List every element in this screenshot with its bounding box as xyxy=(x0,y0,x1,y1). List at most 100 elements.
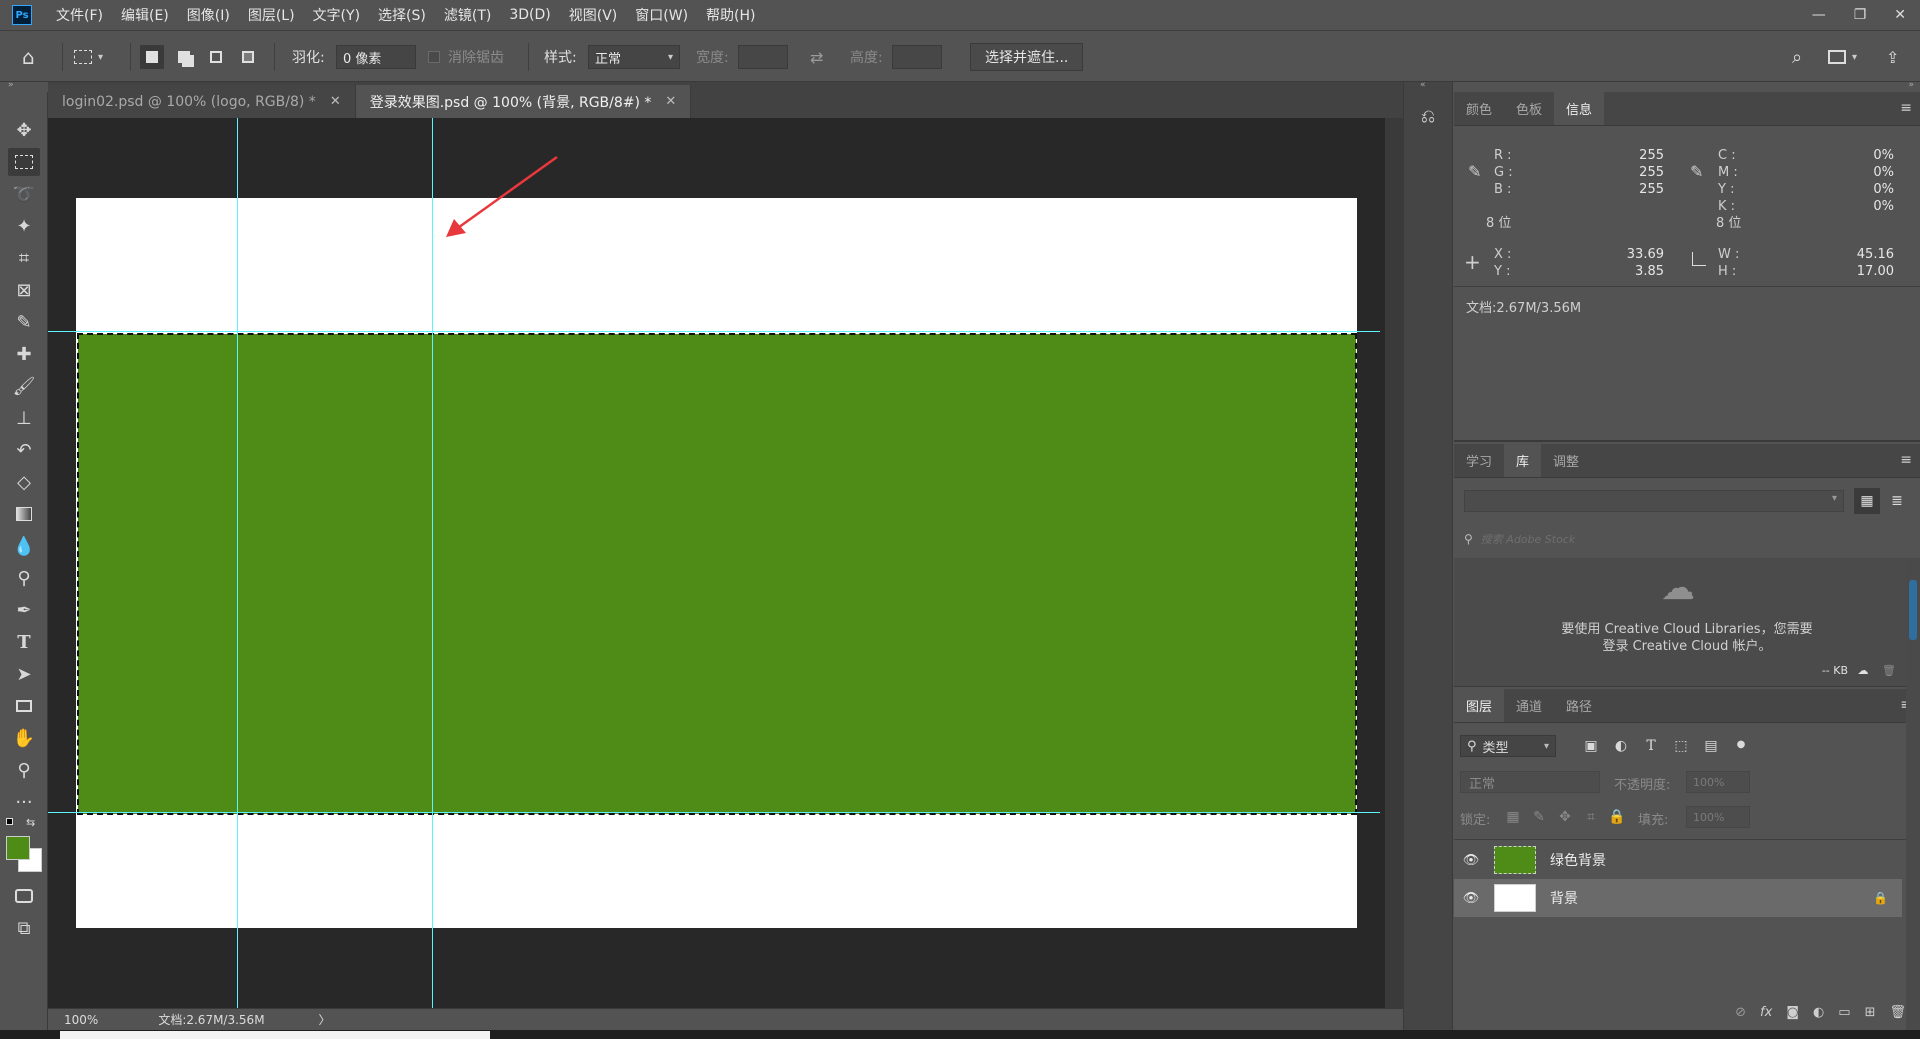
vertical-guide[interactable] xyxy=(237,118,238,1008)
layer-name[interactable]: 绿色背景 xyxy=(1550,850,1606,870)
antialias-checkbox[interactable]: 消除锯齿 xyxy=(428,45,504,69)
lock-position-icon[interactable]: ✥ xyxy=(1554,806,1576,828)
link-layers-icon[interactable]: ⊘ xyxy=(1735,1005,1746,1020)
blend-mode-select[interactable]: 正常 xyxy=(1460,771,1600,793)
menu-file[interactable]: 文件(F) xyxy=(56,5,103,25)
swap-colors-icon[interactable]: ⇆ xyxy=(26,816,35,829)
layer-row-green-background[interactable]: 👁 绿色背景 xyxy=(1454,841,1902,879)
lock-transparent-icon[interactable]: ▦ xyxy=(1502,806,1524,828)
add-mask-icon[interactable]: ◙ xyxy=(1786,1005,1799,1020)
menu-window[interactable]: 窗口(W) xyxy=(635,5,688,25)
collapse-icon[interactable]: » xyxy=(8,80,14,90)
lasso-tool-icon[interactable]: ➰ xyxy=(8,180,40,208)
filter-toggle-icon[interactable]: ● xyxy=(1730,733,1752,755)
zoom-level[interactable]: 100% xyxy=(64,1013,98,1027)
smart-object-filter-icon[interactable]: ▤ xyxy=(1700,735,1722,757)
close-icon[interactable]: ✕ xyxy=(665,94,676,109)
grid-view-icon[interactable]: ▦ xyxy=(1854,488,1880,514)
healing-brush-tool-icon[interactable]: ✚ xyxy=(8,340,40,368)
collapse-icon[interactable]: » xyxy=(1908,80,1914,90)
fx-icon[interactable]: fx xyxy=(1760,1005,1772,1020)
canvas-scrollbar[interactable] xyxy=(1385,118,1403,1008)
collapse-icon[interactable]: « xyxy=(1420,80,1426,90)
tab-layers[interactable]: 图层 xyxy=(1454,689,1505,722)
checkbox-box[interactable] xyxy=(428,51,440,63)
lock-all-icon[interactable]: 🔒 xyxy=(1606,806,1628,828)
stock-search[interactable]: ⚲ 搜索 Adobe Stock xyxy=(1464,528,1910,550)
search-icon[interactable]: ⌕ xyxy=(1792,45,1802,69)
tab-info[interactable]: 信息 xyxy=(1554,92,1605,125)
close-icon[interactable]: ✕ xyxy=(330,94,341,109)
pen-tool-icon[interactable]: ✒ xyxy=(8,596,40,624)
lock-artboard-icon[interactable]: ⌗ xyxy=(1580,806,1602,828)
new-layer-icon[interactable]: ⊞ xyxy=(1865,1005,1876,1020)
menu-edit[interactable]: 编辑(E) xyxy=(121,5,169,25)
lock-icon[interactable]: 🔒 xyxy=(1873,891,1888,905)
list-view-icon[interactable]: ≣ xyxy=(1884,488,1910,514)
vertical-guide[interactable] xyxy=(432,118,433,1008)
style-select[interactable]: 正常 ▾ xyxy=(588,45,680,69)
lock-image-icon[interactable]: ✎ xyxy=(1528,806,1550,828)
tab-adjustments[interactable]: 调整 xyxy=(1541,444,1591,477)
library-select[interactable]: ▾ xyxy=(1464,490,1844,512)
history-brush-tool-icon[interactable]: ↶ xyxy=(8,436,40,464)
default-colors-icon[interactable] xyxy=(6,818,18,830)
crop-tool-icon[interactable]: ⌗ xyxy=(8,244,40,272)
brush-tool-icon[interactable]: 🖌 xyxy=(8,372,40,400)
hand-tool-icon[interactable]: ✋ xyxy=(8,724,40,752)
green-layer-selection[interactable] xyxy=(77,333,1357,815)
minimize-icon[interactable]: — xyxy=(1812,7,1826,23)
tab-login02[interactable]: login02.psd @ 100% (logo, RGB/8) * ✕ xyxy=(48,85,356,118)
horizontal-guide[interactable] xyxy=(48,331,1380,332)
menu-filter[interactable]: 滤镜(T) xyxy=(444,5,491,25)
rectangular-marquee-tool-icon[interactable] xyxy=(8,148,40,176)
share-icon[interactable]: ⇪ xyxy=(1886,45,1899,69)
status-arrow-icon[interactable]: 〉 xyxy=(319,1011,331,1028)
zoom-tool-icon[interactable]: ⚲ xyxy=(8,756,40,784)
delete-layer-icon[interactable]: 🗑 xyxy=(1889,1005,1906,1020)
type-layer-filter-icon[interactable]: T xyxy=(1640,735,1662,757)
layer-row-background[interactable]: 👁 背景 🔒 xyxy=(1454,879,1902,917)
eye-icon[interactable]: 👁 xyxy=(1454,891,1488,906)
menu-type[interactable]: 文字(Y) xyxy=(313,5,360,25)
history-panel-icon[interactable]: ⎌ xyxy=(1416,104,1440,128)
shape-layer-filter-icon[interactable]: ⬚ xyxy=(1670,735,1692,757)
menu-help[interactable]: 帮助(H) xyxy=(706,5,755,25)
fill-input[interactable]: 100% xyxy=(1686,806,1750,828)
gradient-tool-icon[interactable] xyxy=(8,500,40,528)
menu-image[interactable]: 图像(I) xyxy=(187,5,230,25)
magic-wand-tool-icon[interactable]: ✦ xyxy=(8,212,40,240)
tab-learn[interactable]: 学习 xyxy=(1454,444,1504,477)
blur-tool-icon[interactable]: 💧 xyxy=(8,532,40,560)
intersect-selection-icon[interactable] xyxy=(236,45,260,69)
adjustment-layer-icon[interactable]: ◐ xyxy=(1813,1005,1824,1020)
adjustment-layer-filter-icon[interactable]: ◐ xyxy=(1610,735,1632,757)
menu-view[interactable]: 视图(V) xyxy=(569,5,618,25)
screen-mode-icon[interactable]: ⧉ xyxy=(8,914,40,942)
menu-layer[interactable]: 图层(L) xyxy=(248,5,295,25)
more-tools-icon[interactable]: ··· xyxy=(8,788,40,816)
subtract-selection-icon[interactable] xyxy=(204,45,228,69)
layer-filter-select[interactable]: ⚲ 类型 ▾ xyxy=(1460,735,1556,757)
path-selection-tool-icon[interactable]: ➤ xyxy=(8,660,40,688)
home-icon[interactable]: ⌂ xyxy=(22,45,35,69)
width-input[interactable] xyxy=(738,45,788,69)
feather-input[interactable]: 0 像素 xyxy=(336,45,416,69)
menu-select[interactable]: 选择(S) xyxy=(378,5,426,25)
trash-icon[interactable]: 🗑 xyxy=(1882,664,1896,677)
workspace-icon[interactable]: ▾ xyxy=(1828,45,1857,69)
opacity-input[interactable]: 100% xyxy=(1686,771,1750,793)
tab-libraries[interactable]: 库 xyxy=(1504,444,1542,477)
quick-mask-icon[interactable] xyxy=(8,882,40,910)
move-tool-icon[interactable]: ✥ xyxy=(8,116,40,144)
new-group-icon[interactable]: ▭ xyxy=(1838,1005,1850,1020)
tab-swatches[interactable]: 色板 xyxy=(1504,92,1554,125)
tab-color[interactable]: 颜色 xyxy=(1454,92,1504,125)
add-selection-icon[interactable] xyxy=(172,45,196,69)
height-input[interactable] xyxy=(892,45,942,69)
panel-scrollbar[interactable] xyxy=(1906,560,1920,1030)
new-selection-icon[interactable] xyxy=(140,45,164,69)
horizontal-guide[interactable] xyxy=(48,812,1380,813)
foreground-color-swatch[interactable] xyxy=(6,836,30,860)
close-icon[interactable]: ✕ xyxy=(1894,7,1906,23)
